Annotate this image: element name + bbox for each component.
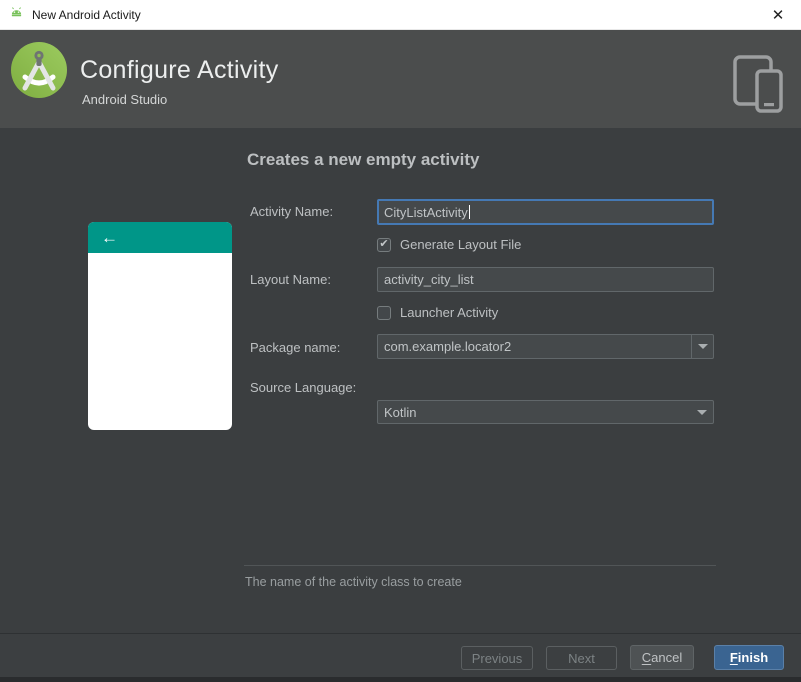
source-language-value: Kotlin bbox=[384, 404, 417, 420]
layout-name-value: activity_city_list bbox=[384, 272, 474, 287]
next-button[interactable]: Next bbox=[546, 646, 617, 670]
wizard-subtitle: Android Studio bbox=[82, 92, 168, 107]
activity-name-label: Activity Name: bbox=[250, 204, 334, 219]
generate-layout-label: Generate Layout File bbox=[400, 237, 522, 252]
source-language-label: Source Language: bbox=[250, 380, 357, 395]
language-dropdown-button[interactable] bbox=[691, 401, 713, 423]
tablet-phone-icon bbox=[729, 54, 787, 119]
chevron-down-icon bbox=[697, 409, 707, 415]
activity-name-input[interactable]: CityListActivity bbox=[377, 199, 714, 225]
preview-appbar: ← bbox=[88, 222, 232, 253]
package-name-value: com.example.locator2 bbox=[384, 339, 512, 354]
checkmark-icon: ✔ bbox=[379, 237, 389, 250]
previous-button[interactable]: Previous bbox=[461, 646, 533, 670]
footer-button-bar: Previous Next Cancel Finish bbox=[0, 634, 801, 677]
activity-name-value: CityListActivity bbox=[384, 204, 468, 220]
generate-layout-checkbox[interactable]: ✔ bbox=[377, 237, 391, 252]
layout-name-input[interactable]: activity_city_list bbox=[377, 267, 714, 292]
wizard-title: Configure Activity bbox=[80, 56, 279, 84]
layout-name-label: Layout Name: bbox=[250, 272, 331, 287]
android-robot-icon bbox=[8, 6, 25, 23]
generate-layout-row: ✔ Generate Layout File bbox=[377, 237, 521, 252]
launcher-activity-label: Launcher Activity bbox=[400, 305, 499, 320]
launcher-activity-checkbox[interactable]: ✔ bbox=[377, 305, 391, 320]
titlebar: New Android Activity ✕ bbox=[0, 0, 801, 30]
step-heading: Creates a new empty activity bbox=[247, 150, 480, 169]
finish-button[interactable]: Finish bbox=[714, 645, 784, 670]
text-caret bbox=[468, 205, 470, 219]
chevron-down-icon bbox=[697, 344, 708, 349]
wizard-body: Creates a new empty activity ← Activity … bbox=[0, 128, 801, 633]
package-name-combobox[interactable]: com.example.locator2 bbox=[377, 334, 714, 359]
wizard-header: Configure Activity Android Studio bbox=[0, 30, 801, 128]
back-arrow-icon: ← bbox=[101, 228, 118, 247]
android-studio-logo-icon bbox=[11, 42, 67, 98]
hint-divider bbox=[244, 565, 716, 566]
launcher-activity-row: ✔ Launcher Activity bbox=[377, 305, 498, 320]
close-icon[interactable]: ✕ bbox=[755, 0, 801, 29]
window-title: New Android Activity bbox=[32, 7, 141, 22]
package-name-label: Package name: bbox=[250, 340, 341, 355]
window-bottom-edge bbox=[0, 677, 801, 682]
activity-preview-thumbnail: ← bbox=[88, 222, 232, 430]
new-android-activity-dialog: New Android Activity ✕ Configure Activit… bbox=[0, 0, 801, 682]
source-language-dropdown[interactable]: Kotlin bbox=[377, 400, 714, 424]
field-hint-text: The name of the activity class to create bbox=[245, 575, 462, 589]
package-dropdown-button[interactable] bbox=[691, 335, 713, 358]
cancel-button[interactable]: Cancel bbox=[630, 645, 694, 670]
